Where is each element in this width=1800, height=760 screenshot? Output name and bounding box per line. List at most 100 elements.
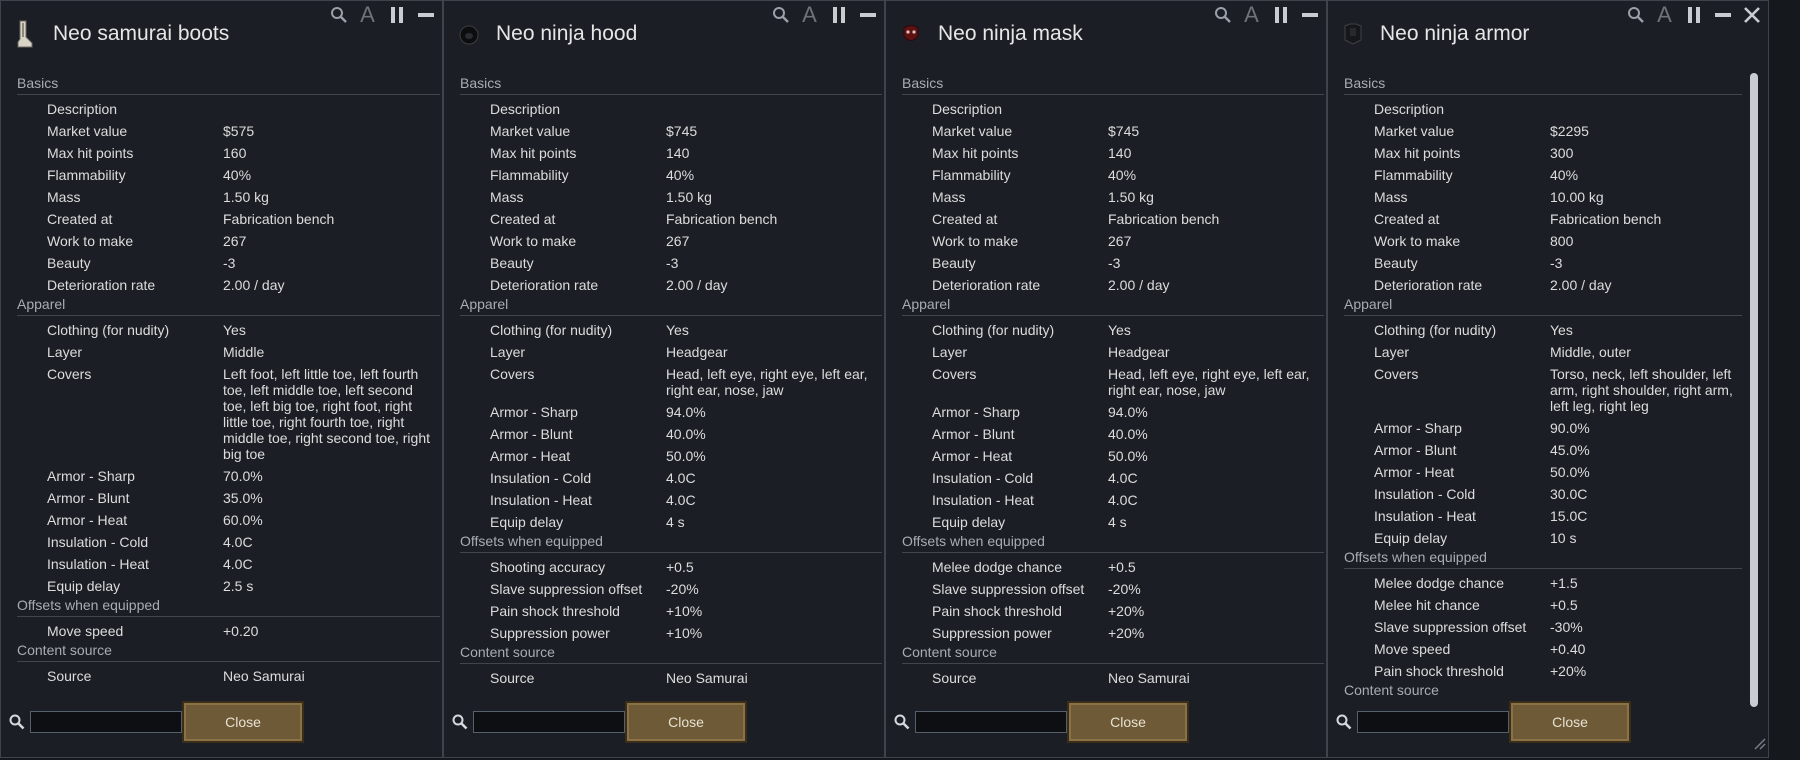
stat-row[interactable]: Armor - Heat 50.0% bbox=[902, 445, 1324, 467]
close-button[interactable]: Close bbox=[182, 701, 304, 743]
close-button[interactable]: Close bbox=[1509, 701, 1631, 743]
stat-row[interactable]: Market value $575 bbox=[17, 120, 440, 142]
stat-row[interactable]: Deterioration rate 2.00 / day bbox=[460, 274, 882, 296]
stat-row[interactable]: Description bbox=[1344, 98, 1742, 120]
stat-row[interactable]: Clothing (for nudity) Yes bbox=[902, 319, 1324, 341]
stat-row[interactable]: Armor - Heat 50.0% bbox=[1344, 461, 1742, 483]
stat-row[interactable]: Beauty -3 bbox=[1344, 252, 1742, 274]
stat-row[interactable]: Insulation - Heat 4.0C bbox=[17, 553, 440, 575]
stat-row[interactable]: Slave suppression offset -20% bbox=[460, 578, 882, 600]
stat-row[interactable]: Layer Middle bbox=[17, 341, 440, 363]
stat-row[interactable]: Mass 1.50 kg bbox=[17, 186, 440, 208]
stat-row[interactable]: Pain shock threshold +20% bbox=[1344, 660, 1742, 682]
stat-row[interactable]: Covers Left foot, left little toe, left f… bbox=[17, 363, 440, 465]
stat-row[interactable]: Pain shock threshold +20% bbox=[902, 600, 1324, 622]
stat-row[interactable]: Suppression power +10% bbox=[460, 622, 882, 644]
stat-row[interactable]: Equip delay 2.5 s bbox=[17, 575, 440, 597]
stat-row[interactable]: Mass 10.00 kg bbox=[1344, 186, 1742, 208]
stat-row[interactable]: Armor - Heat 50.0% bbox=[460, 445, 882, 467]
stat-row[interactable]: Deterioration rate 2.00 / day bbox=[17, 274, 440, 296]
stat-row[interactable]: Created at Fabrication bench bbox=[460, 208, 882, 230]
stat-row[interactable]: Flammability 40% bbox=[1344, 164, 1742, 186]
close-button[interactable]: Close bbox=[625, 701, 747, 743]
search-input[interactable] bbox=[30, 711, 182, 733]
stat-row[interactable]: Description bbox=[460, 98, 882, 120]
stat-row[interactable]: Pain shock threshold +10% bbox=[460, 600, 882, 622]
close-button[interactable]: Close bbox=[1067, 701, 1189, 743]
stat-row[interactable]: Beauty -3 bbox=[17, 252, 440, 274]
stat-row[interactable]: Layer Middle, outer bbox=[1344, 341, 1742, 363]
stat-row[interactable]: Flammability 40% bbox=[17, 164, 440, 186]
stats-list[interactable]: Basics Description Market value $2295 Max hi… bbox=[1344, 75, 1742, 697]
stat-row[interactable]: Work to make 267 bbox=[17, 230, 440, 252]
scrollbar[interactable] bbox=[1750, 73, 1758, 707]
stat-row[interactable]: Created at Fabrication bench bbox=[17, 208, 440, 230]
stats-list[interactable]: Basics Description Market value $745 Max hit… bbox=[902, 75, 1324, 697]
stat-row[interactable]: Max hit points 140 bbox=[460, 142, 882, 164]
resize-grip-icon[interactable] bbox=[1750, 734, 1766, 755]
stat-row[interactable]: Move speed +0.40 bbox=[1344, 638, 1742, 660]
stat-row[interactable]: Insulation - Cold 4.0C bbox=[17, 531, 440, 553]
stat-row[interactable]: Equip delay 4 s bbox=[460, 511, 882, 533]
stat-row[interactable]: Melee hit chance +0.5 bbox=[1344, 594, 1742, 616]
stat-row[interactable]: Market value $2295 bbox=[1344, 120, 1742, 142]
stat-row[interactable]: Armor - Sharp 94.0% bbox=[902, 401, 1324, 423]
search-input[interactable] bbox=[473, 711, 625, 733]
stat-row[interactable]: Max hit points 160 bbox=[17, 142, 440, 164]
stat-row[interactable]: Equip delay 4 s bbox=[902, 511, 1324, 533]
stat-row[interactable]: Market value $745 bbox=[902, 120, 1324, 142]
stat-row[interactable]: Armor - Heat 60.0% bbox=[17, 509, 440, 531]
stat-row[interactable]: Source Neo Samurai bbox=[460, 667, 882, 689]
stat-row[interactable]: Insulation - Cold 4.0C bbox=[902, 467, 1324, 489]
stat-row[interactable]: Suppression power +20% bbox=[902, 622, 1324, 644]
stat-row[interactable]: Armor - Blunt 35.0% bbox=[17, 487, 440, 509]
stat-row[interactable]: Max hit points 140 bbox=[902, 142, 1324, 164]
stat-row[interactable]: Armor - Blunt 40.0% bbox=[902, 423, 1324, 445]
stat-row[interactable]: Flammability 40% bbox=[902, 164, 1324, 186]
stat-row[interactable]: Market value $745 bbox=[460, 120, 882, 142]
stat-row[interactable]: Armor - Sharp 70.0% bbox=[17, 465, 440, 487]
stat-row[interactable]: Max hit points 300 bbox=[1344, 142, 1742, 164]
stat-row[interactable]: Work to make 800 bbox=[1344, 230, 1742, 252]
stat-row[interactable]: Insulation - Heat 4.0C bbox=[460, 489, 882, 511]
stat-row[interactable]: Work to make 267 bbox=[902, 230, 1324, 252]
stat-row[interactable]: Mass 1.50 kg bbox=[460, 186, 882, 208]
stat-row[interactable]: Deterioration rate 2.00 / day bbox=[902, 274, 1324, 296]
stat-row[interactable]: Melee dodge chance +0.5 bbox=[902, 556, 1324, 578]
stat-row[interactable]: Slave suppression offset -30% bbox=[1344, 616, 1742, 638]
stat-row[interactable]: Shooting accuracy +0.5 bbox=[460, 556, 882, 578]
stat-row[interactable]: Insulation - Heat 4.0C bbox=[902, 489, 1324, 511]
stat-row[interactable]: Covers Head, left eye, right eye, left ea… bbox=[902, 363, 1324, 401]
stat-row[interactable]: Work to make 267 bbox=[460, 230, 882, 252]
stat-row[interactable]: Insulation - Cold 4.0C bbox=[460, 467, 882, 489]
search-input[interactable] bbox=[1357, 711, 1509, 733]
stat-row[interactable]: Description bbox=[902, 98, 1324, 120]
stat-row[interactable]: Melee dodge chance +1.5 bbox=[1344, 572, 1742, 594]
stat-row[interactable]: Armor - Blunt 45.0% bbox=[1344, 439, 1742, 461]
stat-row[interactable]: Covers Head, left eye, right eye, left ea… bbox=[460, 363, 882, 401]
stat-row[interactable]: Beauty -3 bbox=[902, 252, 1324, 274]
stat-row[interactable]: Layer Headgear bbox=[460, 341, 882, 363]
stats-list[interactable]: Basics Description Market value $745 Max hit… bbox=[460, 75, 882, 697]
stat-row[interactable]: Equip delay 10 s bbox=[1344, 527, 1742, 549]
stat-row[interactable]: Clothing (for nudity) Yes bbox=[17, 319, 440, 341]
stat-row[interactable]: Clothing (for nudity) Yes bbox=[1344, 319, 1742, 341]
stat-row[interactable]: Armor - Sharp 94.0% bbox=[460, 401, 882, 423]
search-input[interactable] bbox=[915, 711, 1067, 733]
stat-row[interactable]: Beauty -3 bbox=[460, 252, 882, 274]
stat-row[interactable]: Mass 1.50 kg bbox=[902, 186, 1324, 208]
stat-row[interactable]: Layer Headgear bbox=[902, 341, 1324, 363]
stat-row[interactable]: Deterioration rate 2.00 / day bbox=[1344, 274, 1742, 296]
stat-row[interactable]: Slave suppression offset -20% bbox=[902, 578, 1324, 600]
stat-row[interactable]: Flammability 40% bbox=[460, 164, 882, 186]
stats-list[interactable]: Basics Description Market value $575 Max hit… bbox=[17, 75, 440, 697]
stat-row[interactable]: Covers Torso, neck, left shoulder, left a… bbox=[1344, 363, 1742, 417]
stat-row[interactable]: Created at Fabrication bench bbox=[1344, 208, 1742, 230]
stat-row[interactable]: Insulation - Heat 15.0C bbox=[1344, 505, 1742, 527]
stat-row[interactable]: Insulation - Cold 30.0C bbox=[1344, 483, 1742, 505]
stat-row[interactable]: Created at Fabrication bench bbox=[902, 208, 1324, 230]
stat-row[interactable]: Description bbox=[17, 98, 440, 120]
stat-row[interactable]: Armor - Blunt 40.0% bbox=[460, 423, 882, 445]
stat-row[interactable]: Source Neo Samurai bbox=[902, 667, 1324, 689]
stat-row[interactable]: Armor - Sharp 90.0% bbox=[1344, 417, 1742, 439]
